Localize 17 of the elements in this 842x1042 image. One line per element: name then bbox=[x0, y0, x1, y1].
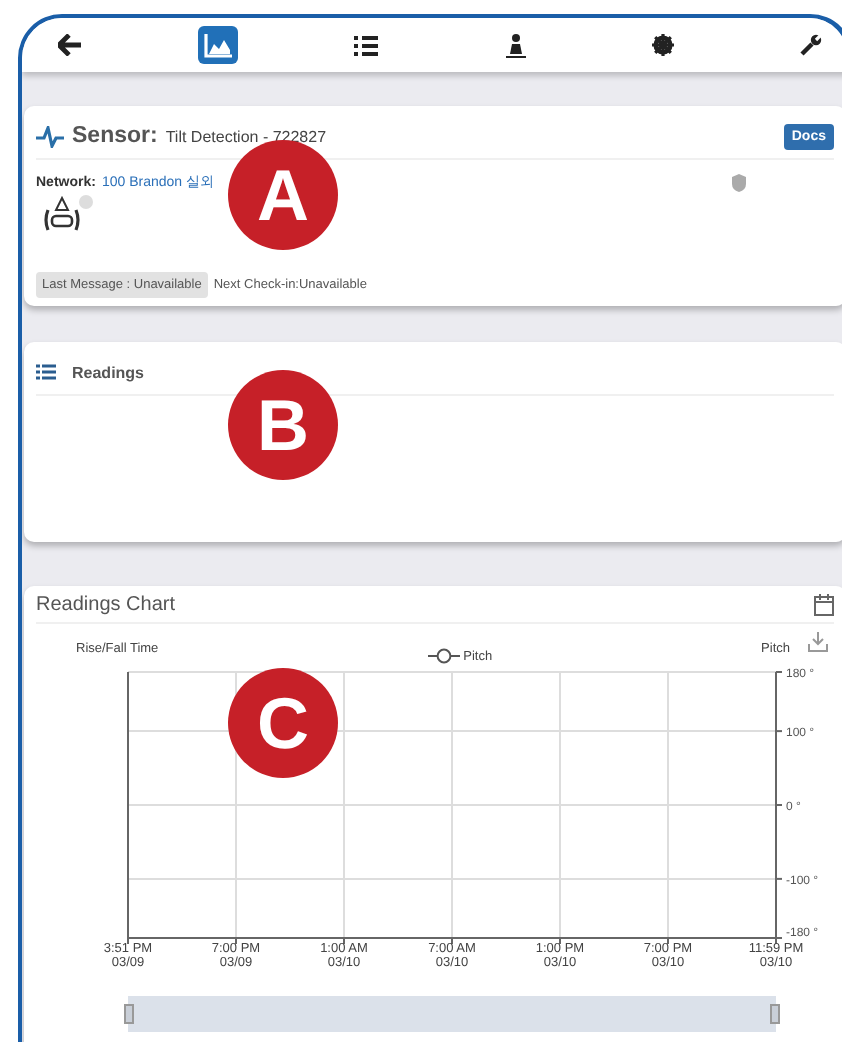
calendar-icon[interactable] bbox=[814, 593, 834, 615]
area-chart-icon bbox=[204, 33, 233, 57]
back-arrow-icon bbox=[58, 34, 82, 56]
download-icon[interactable] bbox=[808, 632, 828, 652]
chart-title: Readings Chart bbox=[36, 593, 175, 615]
range-handle[interactable] bbox=[770, 1004, 780, 1024]
range-handle[interactable] bbox=[124, 1004, 134, 1024]
wrench-icon bbox=[800, 34, 823, 56]
readings-title: Readings bbox=[72, 363, 145, 381]
settings-icon bbox=[652, 34, 675, 56]
figure-icon bbox=[505, 33, 526, 57]
list-icon bbox=[36, 364, 56, 380]
sensor-label: Sensor: bbox=[72, 124, 158, 148]
pulse-icon bbox=[36, 125, 64, 147]
list-icon bbox=[354, 35, 379, 55]
chart-tab[interactable] bbox=[198, 26, 239, 64]
shield-icon bbox=[732, 173, 746, 191]
